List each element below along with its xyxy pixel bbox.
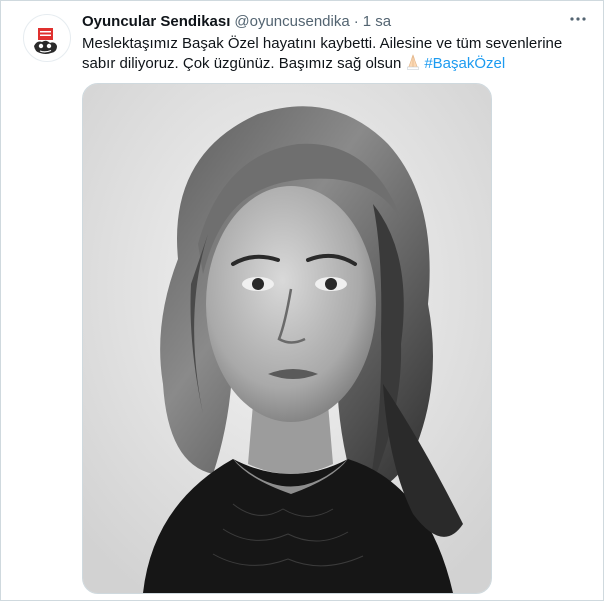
more-horizontal-icon — [570, 17, 586, 21]
portrait-photo — [83, 84, 491, 593]
tweet-text-line-1: Meslektaşımız Başak Özel hayatını kaybet… — [82, 34, 592, 54]
more-options-button[interactable] — [561, 6, 595, 32]
separator-dot: · — [353, 12, 359, 30]
tweet-text-line-2-content: sabır diliyoruz. Çok üzgünüz. Başımız sa… — [82, 55, 402, 72]
tweet-text-line-2: sabır diliyoruz. Çok üzgünüz. Başımız sa… — [82, 54, 592, 74]
tweet-timestamp[interactable]: 1 sa — [363, 13, 391, 30]
union-logo-icon — [34, 28, 57, 54]
tweet-text: Meslektaşımız Başak Özel hayatını kaybet… — [82, 34, 592, 74]
tweet-text-line-1-content: Meslektaşımız Başak Özel hayatını kaybet… — [82, 35, 563, 52]
author-handle[interactable]: @oyuncusendika — [234, 13, 349, 30]
folded-hands-emoji — [407, 54, 420, 70]
tweet-header: Oyuncular Sendikası @oyuncusendika · 1 s… — [82, 11, 391, 31]
tweet-card[interactable]: Oyuncular Sendikası @oyuncusendika · 1 s… — [0, 0, 604, 601]
author-avatar[interactable] — [23, 14, 71, 62]
author-display-name[interactable]: Oyuncular Sendikası — [82, 13, 230, 30]
tweet-media-photo[interactable] — [82, 83, 492, 594]
hashtag-link[interactable]: #BaşakÖzel — [424, 55, 505, 72]
